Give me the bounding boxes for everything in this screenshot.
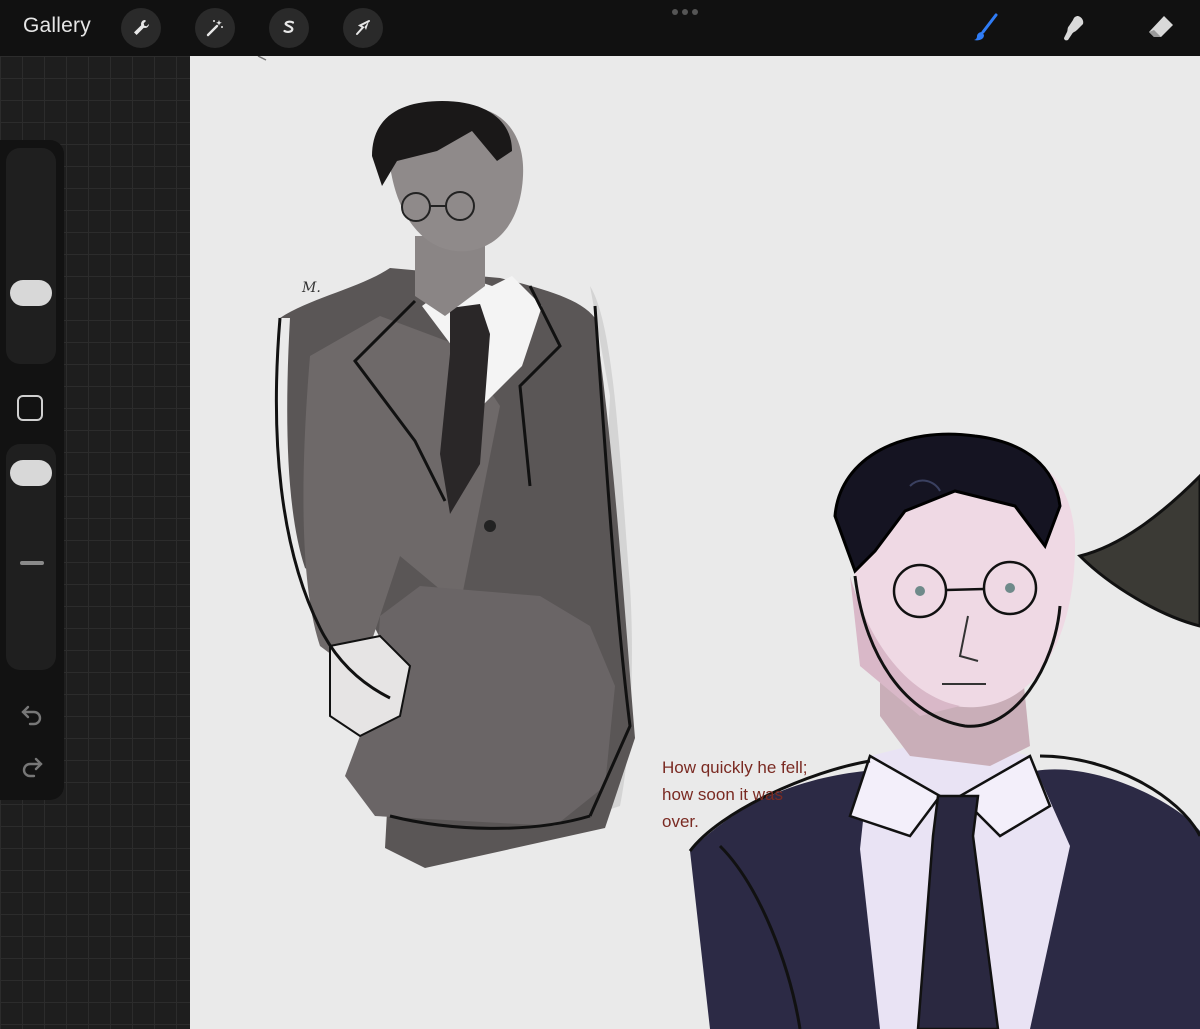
suit-figure-drawing <box>274 101 635 868</box>
smudge-tool-button[interactable] <box>1053 8 1093 48</box>
caption-line-3: over. <box>662 812 699 831</box>
magic-wand-icon <box>206 20 223 37</box>
caption-line-2: how soon it was <box>662 785 783 804</box>
handwritten-caption: How quickly he fell; how soon it was ove… <box>662 754 852 835</box>
slider-divider <box>20 561 44 565</box>
eyedropper-square-button[interactable] <box>17 395 43 421</box>
transform-button[interactable] <box>343 8 383 48</box>
adjustments-button[interactable] <box>195 8 235 48</box>
more-grip-handle[interactable] <box>672 9 700 15</box>
brush-size-thumb[interactable] <box>10 280 52 306</box>
redo-icon[interactable] <box>18 752 46 780</box>
brush-tool-button[interactable] <box>966 8 1006 48</box>
drawing-canvas[interactable]: M. How quickly he fell; how soon it was … <box>190 56 1200 1029</box>
undo-icon[interactable] <box>18 700 46 728</box>
gallery-button[interactable]: Gallery <box>23 14 91 38</box>
side-toolbar <box>0 140 64 800</box>
selection-button[interactable] <box>269 8 309 48</box>
eraser-tool-button[interactable] <box>1141 8 1181 48</box>
opacity-thumb[interactable] <box>10 460 52 486</box>
smudge-icon <box>1064 16 1084 41</box>
brush-icon <box>974 13 998 41</box>
canvas-artwork: M. <box>257 56 1200 1029</box>
caption-line-1: How quickly he fell; <box>662 758 808 777</box>
top-toolbar: Gallery <box>0 0 1200 56</box>
artist-signature: M. <box>301 280 321 296</box>
selection-icon <box>283 20 295 34</box>
portrait-drawing <box>688 432 1200 1029</box>
transform-arrow-icon <box>356 20 370 35</box>
brush-size-slider[interactable] <box>6 148 56 364</box>
wrench-icon <box>134 20 149 35</box>
eraser-icon <box>1149 16 1173 37</box>
actions-button[interactable] <box>121 8 161 48</box>
